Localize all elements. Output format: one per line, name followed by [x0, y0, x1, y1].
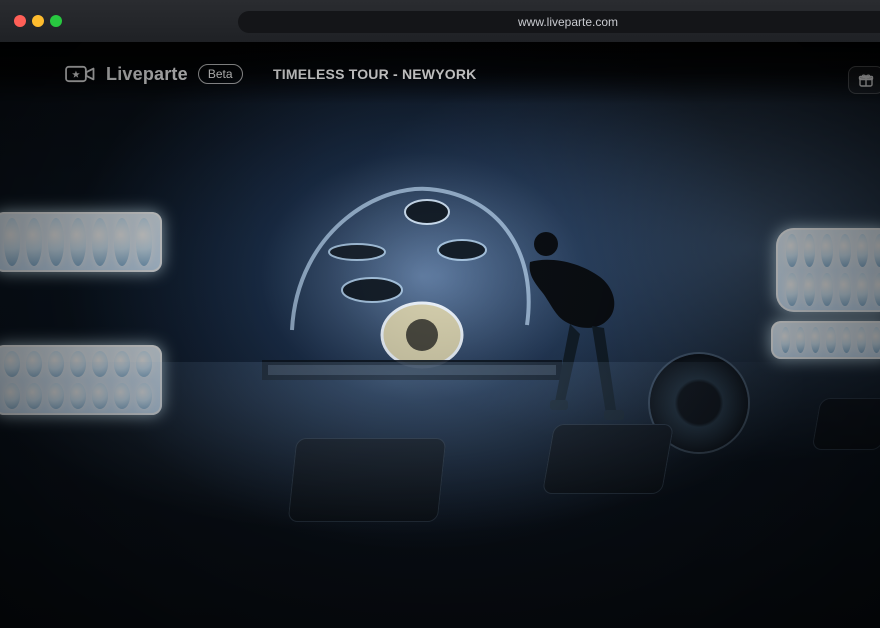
stage-floor-glare — [0, 362, 880, 562]
video-stage[interactable]: Liveparte Beta TIMELESS TOUR - NEWYORK — [0, 42, 880, 628]
gift-icon — [858, 74, 874, 87]
stage-light-panel-right — [776, 228, 880, 312]
brand[interactable]: Liveparte Beta — [64, 64, 243, 84]
maximize-window-button[interactable] — [50, 15, 62, 27]
video-camera-star-icon — [65, 65, 95, 83]
minimize-window-button[interactable] — [32, 15, 44, 27]
beta-badge: Beta — [197, 64, 243, 84]
stage-light-panel-left-top — [0, 212, 162, 272]
stage-light-panel-right-low — [771, 321, 880, 359]
address-bar[interactable]: www.liveparte.com — [238, 11, 880, 33]
event-title: TIMELESS TOUR - NEWYORK — [273, 66, 477, 82]
browser-window: www.liveparte.com Liveparte Beta TIMELES… — [0, 0, 880, 628]
close-window-button[interactable] — [14, 15, 26, 27]
app-header: Liveparte Beta TIMELESS TOUR - NEWYORK — [0, 42, 880, 104]
drum-kit — [262, 186, 562, 380]
brand-name: Liveparte — [106, 63, 188, 84]
gift-button[interactable] — [848, 66, 880, 94]
browser-titlebar: www.liveparte.com — [0, 0, 880, 42]
